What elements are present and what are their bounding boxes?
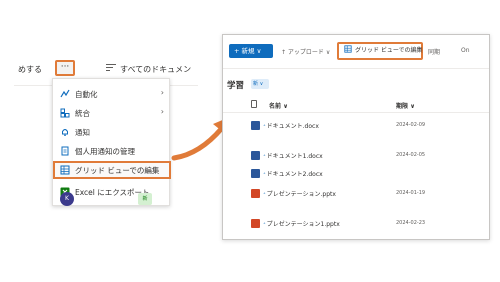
view-selector[interactable]: すべてのドキュメン xyxy=(120,64,191,75)
menu-item-label: 通知 xyxy=(75,128,90,137)
powerpoint-file-icon xyxy=(251,189,260,198)
table-row[interactable]: ⁺ドキュメント2.docx xyxy=(223,167,489,181)
file-date: 2024-01-19 xyxy=(396,190,426,196)
file-date: 2024-02-05 xyxy=(396,152,426,158)
new-button[interactable]: + 新規 ∨ xyxy=(229,44,273,58)
file-type-icon xyxy=(251,100,257,108)
file-name[interactable]: ⁺ドキュメント.docx xyxy=(263,121,319,130)
grid-icon xyxy=(344,45,352,53)
filter-icon[interactable] xyxy=(106,64,116,72)
more-options-button[interactable]: ··· xyxy=(55,60,75,76)
library-title: 学習 xyxy=(227,81,245,91)
word-file-icon xyxy=(251,151,260,160)
file-name[interactable]: ⁺プレゼンテーション.pptx xyxy=(263,189,336,198)
table-row[interactable]: ⁺ドキュメント1.docx 2024-02-05 xyxy=(223,149,489,163)
file-date: 2024-02-23 xyxy=(396,220,426,226)
menu-item-integrate[interactable]: 統合 › xyxy=(53,104,171,122)
context-menu: 自動化 › 統合 › 通知 個人用通知の管理 グリッド ビューでの編集 Exce… xyxy=(52,78,171,206)
menu-item-label: 自動化 xyxy=(75,90,98,99)
word-file-icon xyxy=(251,169,260,178)
table-row[interactable]: ⁺プレゼンテーション.pptx 2024-01-19 xyxy=(223,187,489,201)
chevron-right-icon: › xyxy=(160,107,164,116)
file-name[interactable]: ⁺ドキュメント2.docx xyxy=(263,169,323,178)
avatar: K xyxy=(60,192,74,206)
upload-button[interactable]: ↑ アップロード ∨ xyxy=(281,47,330,56)
onedrive-button[interactable]: On xyxy=(461,47,470,54)
table-row[interactable]: ⁺ドキュメント.docx 2024-02-09 xyxy=(223,119,489,133)
automate-icon xyxy=(60,89,70,98)
right-screenshot-panel: + 新規 ∨ ↑ アップロード ∨ グリッド ビューでの編集 同期 On 学習 … xyxy=(222,34,490,240)
integrate-icon xyxy=(60,108,70,118)
word-file-icon xyxy=(251,121,260,130)
table-row[interactable]: ⁺プレゼンテーション1.pptx 2024-02-23 xyxy=(223,217,489,231)
powerpoint-file-icon xyxy=(251,219,260,228)
file-name[interactable]: ⁺プレゼンテーション1.pptx xyxy=(263,219,340,228)
grid-view-label: グリッド ビューでの編集 xyxy=(355,47,423,54)
file-name[interactable]: ⁺ドキュメント1.docx xyxy=(263,151,323,160)
menu-item-label: グリッド ビューでの編集 xyxy=(75,166,160,175)
file-date: 2024-02-09 xyxy=(396,122,426,128)
column-header-name[interactable]: 名前 ∨ xyxy=(269,101,288,110)
personal-alert-icon xyxy=(61,146,69,156)
list-header: 名前 ∨ 期限 ∨ xyxy=(223,97,489,113)
menu-item-label: 統合 xyxy=(75,109,90,118)
menu-item-automate[interactable]: 自動化 › xyxy=(53,85,171,103)
chevron-right-icon: › xyxy=(160,88,164,97)
status-badge: 新 xyxy=(138,193,152,205)
menu-item-label: 個人用通知の管理 xyxy=(75,147,135,156)
menu-item-alert[interactable]: 通知 xyxy=(53,123,171,141)
menu-item-manage-alerts[interactable]: 個人用通知の管理 xyxy=(53,142,171,160)
edit-in-grid-view-button[interactable]: グリッド ビューでの編集 xyxy=(337,42,423,60)
menu-item-edit-in-grid-view[interactable]: グリッド ビューでの編集 xyxy=(53,161,171,179)
bell-icon xyxy=(62,129,68,136)
library-command-bar: + 新規 ∨ ↑ アップロード ∨ グリッド ビューでの編集 同期 On xyxy=(223,35,489,69)
command-bar-text: めする xyxy=(18,65,42,74)
sync-button[interactable]: 同期 xyxy=(428,47,440,56)
grid-icon xyxy=(60,165,70,175)
column-header-modified[interactable]: 期限 ∨ xyxy=(396,101,415,110)
view-selector[interactable]: 新 ∨ xyxy=(251,79,269,89)
